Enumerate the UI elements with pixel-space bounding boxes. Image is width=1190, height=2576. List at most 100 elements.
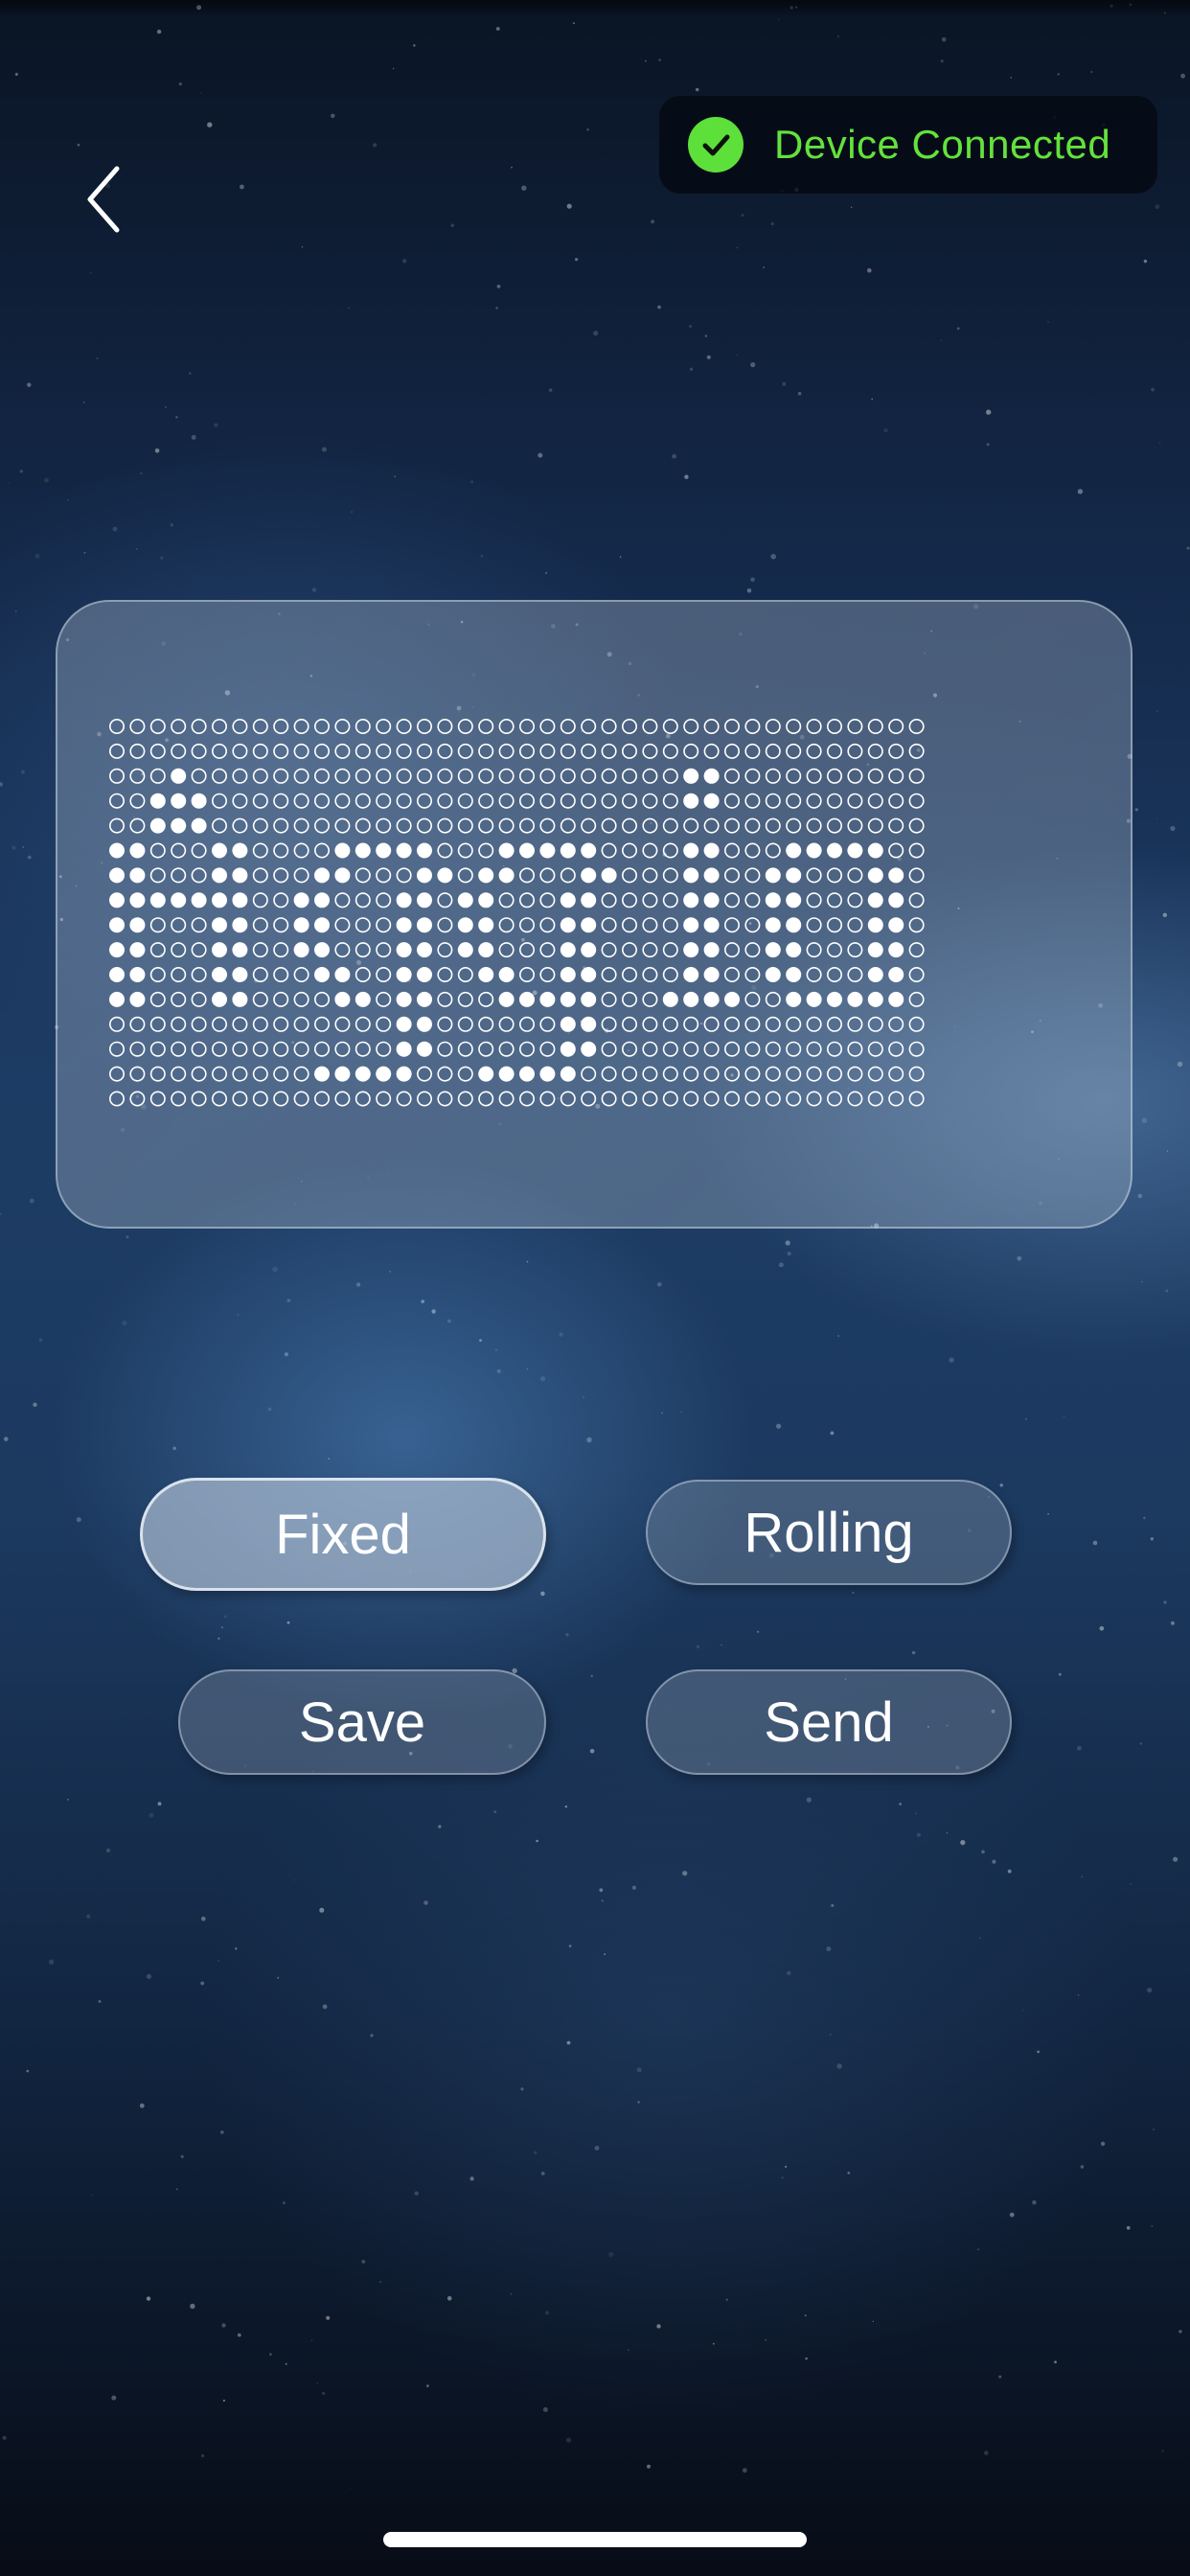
led-dot-off (273, 817, 289, 834)
led-dot-off (396, 743, 412, 759)
led-dot-off (457, 817, 473, 834)
led-dot-lit (519, 1066, 535, 1082)
led-dot-off (560, 743, 576, 759)
led-dot-off (601, 917, 617, 933)
led-dot-off (396, 867, 412, 884)
led-dot-off (908, 743, 925, 759)
led-dot-lit (129, 967, 146, 982)
led-dot-off (560, 768, 576, 784)
led-dot-off (498, 942, 515, 958)
led-dot-off (826, 817, 842, 834)
led-dot-off (376, 817, 392, 834)
led-dot-lit (867, 842, 883, 859)
led-dot-lit (417, 967, 432, 982)
led-dot-off (191, 768, 207, 784)
led-dot-lit (560, 1016, 576, 1032)
led-dot-lit (560, 942, 576, 958)
led-dot-lit (867, 967, 883, 982)
led-dot-off (252, 743, 268, 759)
led-dot-off (293, 867, 309, 884)
led-dot-lit (827, 991, 842, 1007)
led-dot-off (703, 1066, 720, 1082)
led-dot-off (355, 1041, 371, 1057)
led-dot-off (232, 1066, 248, 1082)
led-dot-off (601, 719, 617, 735)
led-dot-off (129, 1016, 146, 1032)
led-dot-off (888, 1066, 904, 1082)
led-dot-off (396, 719, 412, 735)
led-dot-lit (232, 991, 248, 1007)
led-dot-lit (417, 917, 432, 933)
led-dot-lit (703, 793, 720, 809)
led-dot-lit (581, 1041, 597, 1057)
led-dot-off (293, 991, 309, 1007)
led-dot-lit (478, 967, 494, 982)
led-dot-off (416, 1091, 432, 1107)
led-dot-lit (149, 793, 166, 809)
led-dot-lit (314, 867, 330, 884)
led-dot-off (806, 966, 822, 982)
led-dot-off (437, 817, 453, 834)
led-dot-lit (703, 942, 720, 958)
led-dot-lit (786, 967, 802, 982)
led-dot-off (293, 817, 309, 834)
led-dot-off (847, 867, 863, 884)
led-dot-off (171, 1016, 187, 1032)
led-dot-off (806, 892, 822, 908)
led-dot-off (457, 1041, 473, 1057)
led-dot-off (334, 1041, 351, 1057)
led-dot-off (888, 768, 904, 784)
led-dot-off (396, 817, 412, 834)
led-dot-off (560, 867, 576, 884)
led-dot-off (621, 817, 637, 834)
save-button[interactable]: Save (178, 1669, 546, 1775)
led-dot-off (293, 768, 309, 784)
led-dot-off (252, 942, 268, 958)
led-dot-off (437, 917, 453, 933)
led-dot-off (273, 991, 289, 1007)
led-dot-off (723, 719, 740, 735)
led-dot-off (581, 1091, 597, 1107)
led-dot-off (662, 743, 678, 759)
led-dot-lit (232, 942, 248, 958)
led-dot-lit (109, 942, 125, 958)
led-dot-off (355, 793, 371, 809)
led-dot-lit (478, 917, 494, 933)
led-dot-off (662, 1066, 678, 1082)
led-dot-lit (867, 917, 883, 933)
led-dot-off (191, 966, 207, 982)
rolling-mode-button[interactable]: Rolling (646, 1480, 1012, 1585)
led-dot-off (539, 867, 556, 884)
led-dot-off (518, 817, 535, 834)
led-dot-off (744, 817, 761, 834)
led-dot-off (212, 1091, 228, 1107)
back-button[interactable] (69, 161, 136, 238)
led-dot-off (252, 719, 268, 735)
led-dot-off (293, 719, 309, 735)
led-dot-lit (171, 892, 187, 908)
led-dot-lit (683, 892, 699, 908)
led-dot-lit (498, 1066, 515, 1082)
led-dot-off (723, 817, 740, 834)
led-dot-off (642, 1016, 658, 1032)
led-dot-lit (786, 991, 802, 1007)
led-dot-lit (396, 967, 412, 982)
led-dot-off (888, 1041, 904, 1057)
led-dot-off (376, 991, 392, 1007)
led-dot-off (847, 1016, 863, 1032)
send-button[interactable]: Send (646, 1669, 1012, 1775)
led-dot-off (232, 768, 248, 784)
led-dot-off (149, 1016, 166, 1032)
fixed-mode-button[interactable]: Fixed (140, 1478, 546, 1591)
led-dot-off (703, 817, 720, 834)
led-dot-off (826, 743, 842, 759)
led-dot-off (847, 1066, 863, 1082)
led-dot-off (498, 1091, 515, 1107)
led-dot-off (108, 1091, 125, 1107)
led-dot-off (396, 1091, 412, 1107)
home-indicator[interactable] (383, 2532, 807, 2547)
led-dot-off (765, 793, 781, 809)
led-dot-lit (478, 942, 494, 958)
led-dot-off (478, 1091, 494, 1107)
led-dot-lit (396, 1041, 412, 1057)
